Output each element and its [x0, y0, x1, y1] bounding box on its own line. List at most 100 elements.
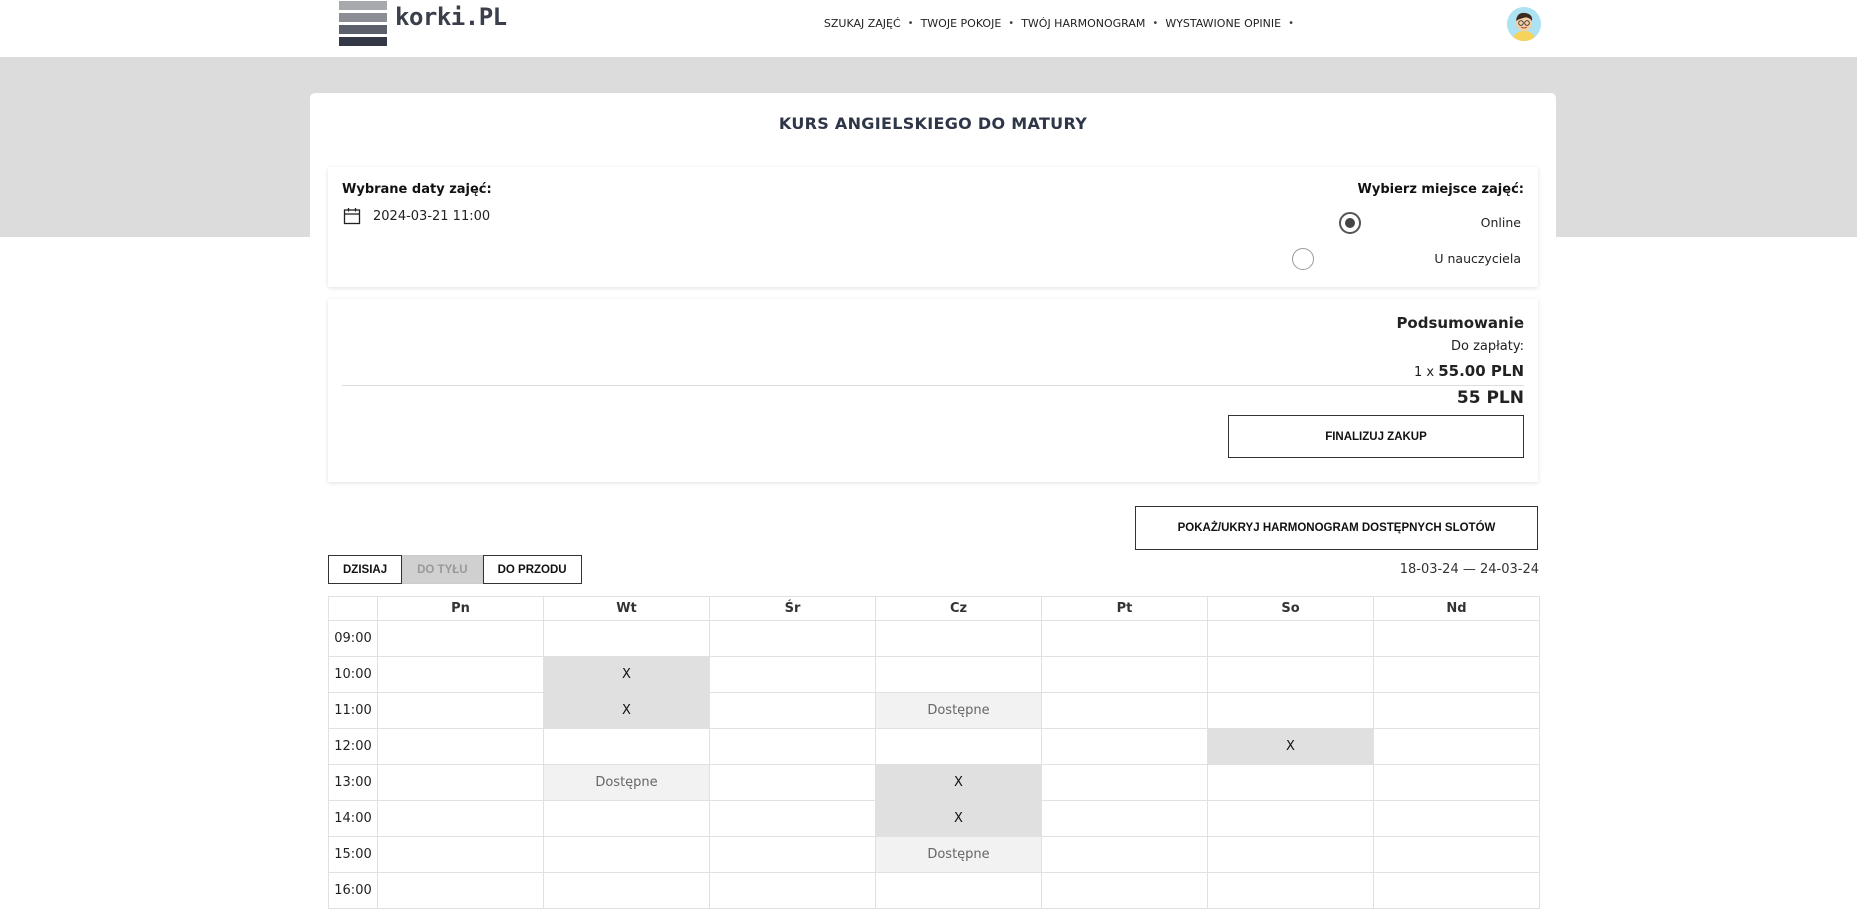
time-label: 13:00: [328, 764, 378, 801]
empty-slot: [377, 728, 544, 765]
empty-slot: [1041, 872, 1208, 909]
empty-slot: [543, 872, 710, 909]
empty-slot: [709, 728, 876, 765]
top-navbar: korki.PL SZUKAJ ZAJĘĆ • TWOJE POKOJE • T…: [0, 0, 1857, 57]
booked-slot: X: [1207, 728, 1374, 765]
nav-your-schedule[interactable]: TWÓJ HARMONOGRAM: [1021, 17, 1145, 30]
radio-online-control[interactable]: [1338, 212, 1361, 234]
calendar-header-row: Pn Wt Śr Cz Pt So Nd: [328, 596, 1540, 621]
logo-icon: [339, 1, 387, 49]
empty-slot: [1041, 692, 1208, 729]
day-header: Pn: [377, 596, 544, 621]
nav-separator: •: [1008, 18, 1015, 29]
toggle-schedule-button[interactable]: POKAŻ/UKRYJ HARMONOGRAM DOSTĘPNYCH SLOTÓ…: [1135, 506, 1538, 550]
calendar-row: 16:00: [328, 872, 1540, 909]
main-nav: SZUKAJ ZAJĘĆ • TWOJE POKOJE • TWÓJ HARMO…: [824, 17, 1301, 30]
calendar-row: 15:00 Dostępne: [328, 836, 1540, 873]
booked-slot: X: [543, 692, 710, 729]
day-header: So: [1207, 596, 1374, 621]
empty-slot: [1207, 872, 1374, 909]
empty-slot: [1373, 692, 1540, 729]
nav-issued-reviews[interactable]: WYSTAWIONE OPINIE: [1165, 17, 1281, 30]
empty-slot: [1373, 656, 1540, 693]
radio-at-teacher[interactable]: U nauczyciela: [1292, 248, 1521, 270]
calendar-row: 10:00 X: [328, 656, 1540, 693]
empty-slot: [377, 764, 544, 801]
logo-text: korki.PL: [395, 3, 507, 31]
empty-slot: [1373, 620, 1540, 657]
empty-slot: [1207, 656, 1374, 693]
radio-at-teacher-control[interactable]: [1292, 248, 1315, 270]
nav-separator: •: [1288, 18, 1294, 29]
day-header: Pt: [1041, 596, 1208, 621]
empty-slot: [543, 728, 710, 765]
summary-qty: 1 x: [1413, 365, 1435, 380]
forward-button[interactable]: DO PRZODU: [482, 555, 582, 584]
schedule-calendar: Pn Wt Śr Cz Pt So Nd 09:00 10:00 X 11:00 X Dostępne…: [328, 596, 1540, 909]
available-slot[interactable]: Dostępne: [875, 692, 1042, 729]
empty-slot: [377, 800, 544, 837]
calendar-row: 12:00 X: [328, 728, 1540, 765]
finalize-purchase-button[interactable]: FINALIZUJ ZAKUP: [1228, 415, 1524, 458]
selected-dates-label: Wybrane daty zajęć:: [342, 182, 492, 197]
empty-slot: [709, 692, 876, 729]
booked-slot: X: [875, 800, 1042, 837]
radio-online[interactable]: Online: [1338, 212, 1521, 234]
time-label: 16:00: [328, 872, 378, 909]
selected-date-value: 2024-03-21 11:00: [373, 208, 491, 224]
nav-search-classes[interactable]: SZUKAJ ZAJĘĆ: [824, 17, 901, 30]
summary-unit-price: 55.00 PLN: [1438, 362, 1524, 380]
summary-line-item: 1 x 55.00 PLN: [1414, 362, 1524, 380]
course-title: KURS ANGIELSKIEGO DO MATURY: [778, 114, 1088, 133]
day-header: Nd: [1373, 596, 1540, 621]
empty-slot: [1373, 836, 1540, 873]
nav-separator: •: [907, 18, 914, 29]
empty-slot: [875, 656, 1042, 693]
calendar-row: 09:00: [328, 620, 1540, 657]
empty-slot: [377, 620, 544, 657]
available-slot[interactable]: Dostępne: [875, 836, 1042, 873]
nav-separator: •: [1152, 18, 1159, 29]
empty-slot: [543, 620, 710, 657]
empty-slot: [377, 872, 544, 909]
empty-slot: [1041, 764, 1208, 801]
summary-due-label: Do zapłaty:: [1450, 339, 1524, 354]
summary-total: 55 PLN: [1456, 388, 1524, 408]
empty-slot: [1041, 800, 1208, 837]
empty-slot: [1373, 872, 1540, 909]
empty-slot: [377, 656, 544, 693]
empty-slot: [1207, 800, 1374, 837]
time-label: 11:00: [328, 692, 378, 729]
empty-slot: [1041, 836, 1208, 873]
empty-slot: [1041, 656, 1208, 693]
place-label: Wybierz miejsce zajęć:: [1357, 182, 1524, 197]
empty-slot: [1207, 836, 1374, 873]
week-range: 18-03-24 — 24-03-24: [1399, 562, 1539, 577]
empty-slot: [1207, 692, 1374, 729]
day-header: Śr: [709, 596, 876, 621]
calendar-row: 13:00 Dostępne X: [328, 764, 1540, 801]
empty-slot: [709, 656, 876, 693]
time-label: 09:00: [328, 620, 378, 657]
booked-slot: X: [543, 656, 710, 693]
available-slot[interactable]: Dostępne: [543, 764, 710, 801]
nav-your-rooms[interactable]: TWOJE POKOJE: [921, 17, 1002, 30]
selection-panel: Wybrane daty zajęć: 2024-03-21 11:00 Wyb…: [328, 167, 1538, 287]
empty-slot: [377, 836, 544, 873]
day-header: Wt: [543, 596, 710, 621]
calendar-nav: DZISIAJ DO TYŁU DO PRZODU: [328, 555, 582, 584]
logo[interactable]: korki.PL: [339, 1, 507, 49]
radio-online-label: Online: [1480, 215, 1521, 230]
empty-slot: [1041, 620, 1208, 657]
booked-slot: X: [875, 764, 1042, 801]
empty-slot: [1207, 620, 1374, 657]
calendar-corner-cell: [328, 596, 378, 621]
time-label: 10:00: [328, 656, 378, 693]
empty-slot: [875, 872, 1042, 909]
user-avatar-icon[interactable]: [1507, 7, 1541, 41]
today-button[interactable]: DZISIAJ: [328, 555, 403, 584]
time-label: 12:00: [328, 728, 378, 765]
empty-slot: [543, 836, 710, 873]
time-label: 14:00: [328, 800, 378, 837]
empty-slot: [875, 620, 1042, 657]
